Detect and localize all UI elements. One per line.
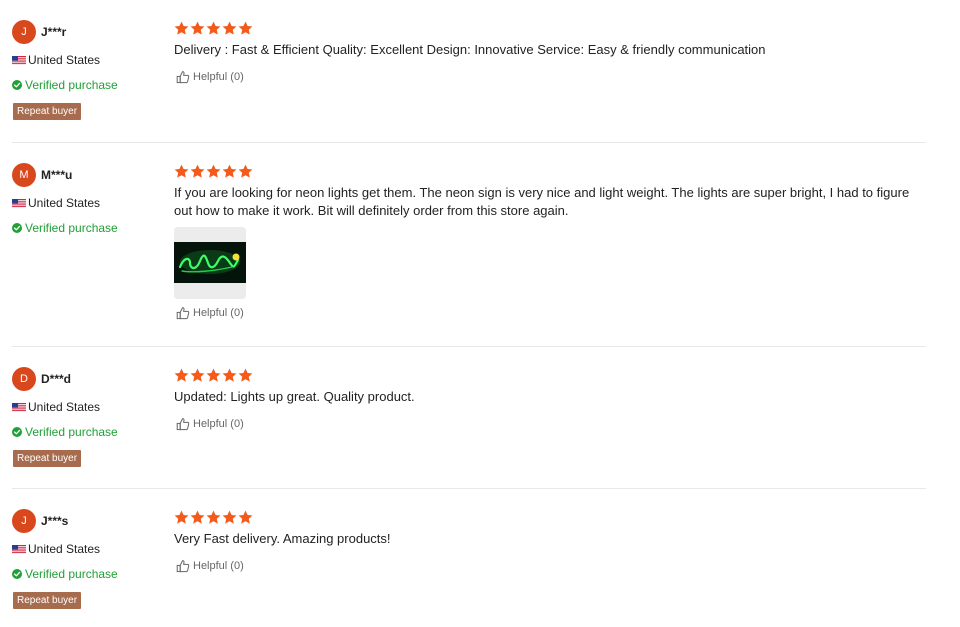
star-rating: [174, 368, 253, 383]
star-filled-icon: [222, 510, 237, 524]
thumbs-up-icon: [176, 307, 190, 320]
reviewer-country: United States: [12, 399, 100, 415]
reviewer-name: M***u: [41, 168, 73, 182]
verified-check-icon: [12, 427, 22, 437]
verified-purchase: Verified purchase: [12, 77, 118, 93]
star-rating: [174, 21, 253, 36]
helpful-button[interactable]: Helpful (0): [176, 559, 244, 573]
helpful-label: Helpful (0): [193, 71, 244, 83]
star-rating: [174, 164, 253, 179]
avatar: D: [12, 367, 36, 391]
star-filled-icon: [206, 368, 221, 382]
reviewer-country: United States: [12, 195, 100, 211]
star-filled-icon: [190, 510, 205, 524]
star-filled-icon: [238, 21, 253, 35]
star-filled-icon: [174, 164, 189, 178]
review-text: Delivery : Fast & Efficient Quality: Exc…: [174, 42, 766, 57]
star-rating: [174, 510, 253, 525]
star-filled-icon: [222, 164, 237, 178]
helpful-label: Helpful (0): [193, 560, 244, 572]
country-name: United States: [28, 542, 101, 556]
verified-purchase: Verified purchase: [12, 566, 118, 582]
verified-purchase: Verified purchase: [12, 220, 118, 236]
helpful-button[interactable]: Helpful (0): [176, 417, 244, 431]
review-item: J J***r United States Verified purchase …: [12, 0, 926, 143]
review-text: If you are looking for neon lights get t…: [174, 185, 910, 218]
verified-purchase: Verified purchase: [12, 424, 118, 440]
helpful-button[interactable]: Helpful (0): [176, 306, 244, 320]
thumbs-up-icon: [176, 71, 190, 84]
star-filled-icon: [174, 21, 189, 35]
reviewer-header: D D***d: [12, 367, 71, 391]
country-name: United States: [28, 400, 101, 414]
star-filled-icon: [174, 368, 189, 382]
helpful-button[interactable]: Helpful (0): [176, 70, 244, 84]
reviewer-country: United States: [12, 541, 100, 557]
reviewer-name: D***d: [41, 372, 72, 386]
verified-label: Verified purchase: [25, 425, 118, 439]
us-flag-icon: [12, 402, 26, 412]
thumbs-up-icon: [176, 560, 190, 573]
us-flag-icon: [12, 544, 26, 554]
thumbs-up-icon: [176, 418, 190, 431]
star-filled-icon: [174, 510, 189, 524]
review-item: M M***u United States Verified purchase …: [12, 143, 926, 347]
neon-sign-photo: [174, 227, 246, 299]
country-name: United States: [28, 53, 101, 67]
repeat-buyer-badge: Repeat buyer: [13, 450, 82, 467]
star-filled-icon: [222, 21, 237, 35]
repeat-buyer-badge: Repeat buyer: [13, 103, 82, 120]
reviewer-header: M M***u: [12, 163, 72, 187]
review-text: Updated: Lights up great. Quality produc…: [174, 389, 415, 404]
reviewer-name: J***r: [41, 25, 67, 39]
avatar: J: [12, 20, 36, 44]
star-filled-icon: [222, 368, 237, 382]
repeat-buyer-badge: Repeat buyer: [13, 592, 82, 609]
country-name: United States: [28, 196, 101, 210]
reviewer-header: J J***r: [12, 20, 66, 44]
star-filled-icon: [190, 21, 205, 35]
review-photo[interactable]: [174, 227, 246, 299]
star-filled-icon: [238, 164, 253, 178]
review-item: D D***d United States Verified purchase …: [12, 347, 926, 489]
helpful-label: Helpful (0): [193, 307, 244, 319]
verified-label: Verified purchase: [25, 78, 118, 92]
verified-label: Verified purchase: [25, 221, 118, 235]
avatar: J: [12, 509, 36, 533]
verified-label: Verified purchase: [25, 567, 118, 581]
star-filled-icon: [238, 510, 253, 524]
reviewer-name: J***s: [41, 514, 69, 528]
review-item: J J***s United States Verified purchase …: [12, 489, 926, 627]
star-filled-icon: [206, 510, 221, 524]
reviewer-header: J J***s: [12, 509, 68, 533]
star-filled-icon: [206, 164, 221, 178]
verified-check-icon: [12, 223, 22, 233]
us-flag-icon: [12, 198, 26, 208]
reviews-list: J J***r United States Verified purchase …: [12, 0, 926, 627]
star-filled-icon: [238, 368, 253, 382]
star-filled-icon: [190, 368, 205, 382]
review-text: Very Fast delivery. Amazing products!: [174, 531, 391, 546]
star-filled-icon: [190, 164, 205, 178]
reviewer-country: United States: [12, 52, 100, 68]
verified-check-icon: [12, 569, 22, 579]
star-filled-icon: [206, 21, 221, 35]
avatar: M: [12, 163, 36, 187]
us-flag-icon: [12, 55, 26, 65]
helpful-label: Helpful (0): [193, 418, 244, 430]
verified-check-icon: [12, 80, 22, 90]
